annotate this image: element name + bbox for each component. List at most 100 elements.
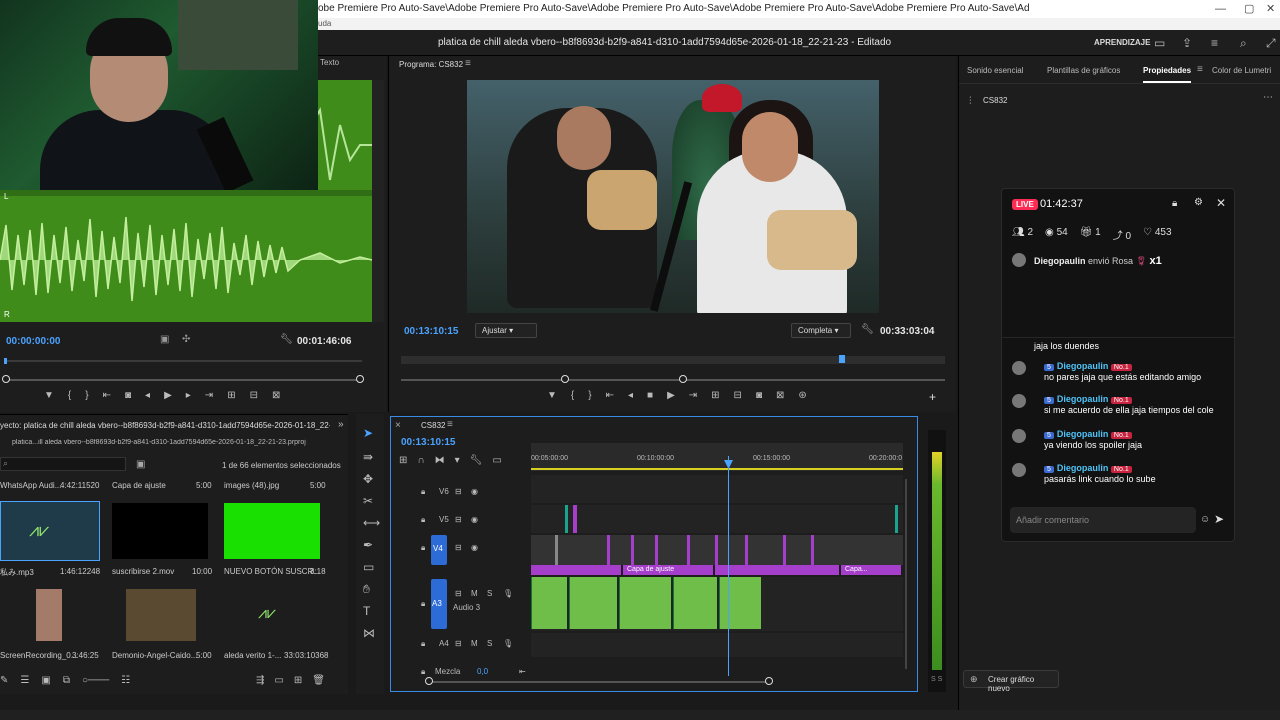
track-v4[interactable] (531, 535, 903, 565)
timeline-playhead[interactable] (728, 456, 729, 676)
program-zoom-bar[interactable] (401, 379, 945, 381)
tab-essential-sound[interactable]: Sonido esencial (967, 66, 1023, 75)
mic-icon[interactable]: 🎙︎ (503, 639, 513, 648)
step-back-icon[interactable]: ◂ (628, 390, 633, 401)
razor-icon[interactable]: ✂ (363, 494, 373, 508)
timeline-timecode[interactable]: 00:13:10:15 (401, 437, 455, 448)
clip[interactable] (631, 535, 634, 565)
pen-icon[interactable]: ✒ (363, 538, 373, 552)
settings-icon[interactable]: 🔧︎ (470, 455, 483, 466)
ripple-edit-icon[interactable]: ✥ (363, 472, 373, 486)
audio-clip[interactable] (673, 577, 717, 629)
thumb-screen-recording[interactable] (36, 589, 62, 641)
new-bin-icon[interactable]: ▣ (136, 459, 145, 470)
automate-icon[interactable]: ⇶ (256, 675, 264, 686)
settings-icon[interactable]: ✣ (182, 334, 190, 345)
comment-input[interactable]: Añadir comentario (1010, 507, 1196, 533)
add-button-icon[interactable]: + (929, 390, 936, 404)
go-in-icon[interactable]: ⇤ (103, 390, 111, 401)
snap-icon[interactable]: ∩ (417, 455, 424, 466)
emoji-icon[interactable]: ☺ (1200, 514, 1210, 525)
thumb-audio-verito[interactable]: ⩘⩗ (258, 605, 290, 625)
vr-icon[interactable]: ⊛ (798, 390, 806, 401)
mark-in-icon[interactable]: { (571, 390, 574, 401)
timeline-zoom-bar[interactable] (427, 681, 769, 683)
thumb-demon-angel[interactable] (126, 589, 196, 641)
hand-icon[interactable]: ✋︎ (363, 582, 370, 597)
insert-icon[interactable]: ⊞ (227, 390, 235, 401)
track-a4[interactable] (531, 633, 903, 657)
mark-out-icon[interactable]: } (85, 390, 88, 401)
slip-icon[interactable]: ⟷ (363, 516, 380, 530)
sync-icon[interactable]: ⊟ (455, 589, 462, 598)
lock-icon[interactable]: 🔒︎ (1172, 198, 1177, 209)
program-video[interactable] (467, 80, 879, 313)
clip[interactable] (745, 535, 748, 565)
thumb-subscribe[interactable] (112, 503, 208, 559)
mute-button[interactable]: M (471, 589, 478, 598)
source-timecode[interactable]: 00:00:00:00 (6, 336, 60, 347)
thumb-green-button[interactable] (224, 503, 320, 559)
track-lock-icon[interactable]: 🔒︎ (421, 515, 425, 525)
list-view-icon[interactable]: ☰ (20, 675, 29, 686)
go-out-icon[interactable]: ⇥ (205, 390, 213, 401)
remix-icon[interactable]: ⋈ (363, 626, 375, 640)
adjustment-clip[interactable] (715, 565, 839, 575)
track-lock-icon[interactable]: 🔒︎ (421, 599, 425, 609)
solo-button[interactable]: S (487, 639, 492, 648)
track-lock-icon[interactable]: 🔒︎ (421, 543, 425, 553)
step-forward-icon[interactable]: ▸ (186, 390, 191, 401)
export-frame-icon[interactable]: ◙ (756, 390, 762, 401)
message-username[interactable]: Diegopaulin (1057, 361, 1109, 371)
new-item-icon[interactable]: ⊞ (294, 675, 302, 686)
send-icon[interactable]: ➤ (1214, 512, 1224, 526)
fit-dropdown[interactable]: Ajustar ▾ (475, 323, 537, 338)
mix-value[interactable]: 0,0 (477, 667, 488, 676)
track-lock-icon[interactable]: 🔒︎ (421, 487, 425, 497)
clip[interactable] (715, 535, 718, 565)
close-chat-icon[interactable]: ✕ (1216, 196, 1226, 210)
eye-icon[interactable]: ◉ (471, 487, 478, 496)
lock-icon[interactable]: ✎ (0, 675, 8, 686)
source-playhead[interactable] (4, 358, 7, 364)
timeline-zoom-left[interactable] (425, 677, 433, 685)
icon-view-icon[interactable]: ▣ (41, 675, 50, 686)
program-ruler[interactable] (401, 356, 945, 364)
overwrite-icon[interactable]: ⊟ (250, 390, 258, 401)
lift-icon[interactable]: ⊞ (711, 390, 719, 401)
selection-tool-icon[interactable]: ➤ (363, 426, 373, 440)
trash-icon[interactable]: 🗑︎ (312, 675, 325, 686)
go-out-icon[interactable]: ⇥ (689, 390, 697, 401)
search-icon[interactable]: ⌕ (1240, 36, 1247, 51)
track-lock-icon[interactable]: 🔒︎ (421, 667, 425, 677)
clip[interactable] (655, 535, 658, 565)
wrench-icon[interactable]: 🔧︎ (280, 334, 293, 345)
clip[interactable] (811, 535, 814, 565)
mix-end-icon[interactable]: ⇤ (519, 667, 526, 676)
sync-icon[interactable]: ⊟ (455, 543, 462, 552)
solo-button[interactable]: S (487, 589, 492, 598)
marker-icon[interactable]: ▼ (547, 390, 557, 401)
clip[interactable] (555, 535, 558, 565)
sync-icon[interactable]: ⊟ (455, 639, 462, 648)
clip[interactable] (895, 505, 898, 533)
message-username[interactable]: Diegopaulin (1057, 394, 1109, 404)
program-menu-icon[interactable]: ≡ (465, 58, 471, 69)
zoom-slider-icon[interactable]: ○─── (82, 675, 109, 686)
eye-icon[interactable]: ◉ (471, 515, 478, 524)
mic-icon[interactable]: 🎙︎ (503, 589, 513, 598)
sync-icon[interactable]: ⊟ (455, 515, 462, 524)
program-wrench-icon[interactable]: 🔧︎ (861, 324, 874, 335)
zoom-knob-left[interactable] (2, 375, 10, 383)
panel-overflow-icon[interactable]: » (338, 419, 344, 430)
step-back-icon[interactable]: ◂ (145, 390, 150, 401)
tab-lumetri-color[interactable]: Color de Lumetri (1212, 66, 1271, 75)
audio-clip[interactable] (719, 577, 761, 629)
sequence-tab[interactable]: CS832 (421, 421, 445, 430)
menu-icon[interactable]: ≡ (1211, 36, 1218, 50)
audio-clip[interactable] (531, 577, 567, 629)
maximize-button[interactable]: ▢ (1244, 1, 1254, 17)
zoom-bar[interactable] (8, 379, 358, 381)
tab-properties[interactable]: Propiedades (1143, 66, 1192, 83)
timeline-ruler[interactable]: 00:05:00:00 00:10:00:00 00:15:00:00 00:2… (531, 443, 903, 471)
